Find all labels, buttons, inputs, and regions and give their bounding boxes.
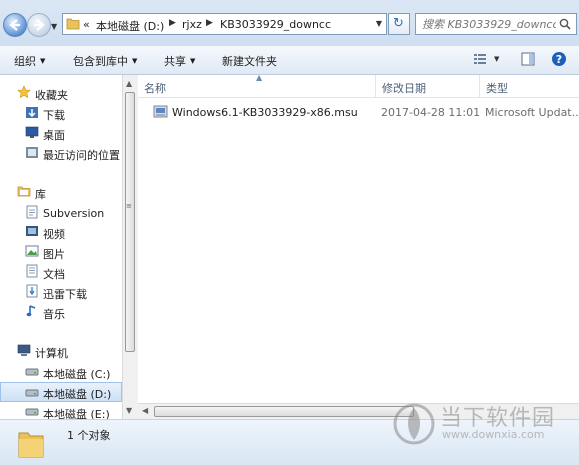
new-folder-button[interactable]: 新建文件夹 <box>222 53 277 69</box>
nav-pictures[interactable]: 图片 <box>0 243 122 261</box>
nav-drive-e[interactable]: 本地磁盘 (E:) <box>0 403 122 419</box>
svg-text:?: ? <box>556 53 562 66</box>
watermark-url: www.downxia.com <box>442 428 545 441</box>
download-folder-icon <box>26 107 38 118</box>
music-icon <box>26 305 36 317</box>
hard-drive-icon <box>25 368 39 376</box>
folder-icon <box>66 18 80 30</box>
back-button[interactable] <box>3 13 27 37</box>
nav-videos[interactable]: 视频 <box>0 223 122 241</box>
column-header: 名称 ▲ 修改日期 类型 <box>138 73 579 98</box>
msu-file-icon <box>153 105 168 118</box>
forward-button[interactable] <box>27 13 51 37</box>
picture-icon <box>25 245 39 257</box>
desktop-icon <box>25 126 39 138</box>
breadcrumb-rjxz[interactable]: rjxz <box>182 18 202 31</box>
nav-drive-d[interactable]: 本地磁盘 (D:) <box>0 382 122 402</box>
scroll-left-arrow[interactable]: ◀ <box>142 406 148 415</box>
scroll-up-arrow[interactable]: ▲ <box>126 79 132 88</box>
navigation-pane: 收藏夹 下载 桌面 最近访问的位置 库 Subversion 视频 图片 文档 … <box>0 75 122 419</box>
scroll-thumb[interactable] <box>125 92 135 352</box>
recent-places-icon <box>26 147 38 158</box>
nav-recent-places[interactable]: 最近访问的位置 <box>0 144 122 162</box>
nav-subversion[interactable]: Subversion <box>0 204 122 222</box>
nav-computer[interactable]: 计算机 <box>0 342 122 360</box>
chevron-down-icon: ▼ <box>190 57 196 65</box>
computer-icon <box>17 344 31 356</box>
nav-desktop[interactable]: 桌面 <box>0 124 122 142</box>
column-modified[interactable]: 修改日期 <box>375 75 479 97</box>
search-icon[interactable] <box>559 18 571 30</box>
watermark: 当下软件园 www.downxia.com <box>392 398 578 454</box>
search-box[interactable] <box>415 13 577 35</box>
scroll-thumb[interactable] <box>154 406 414 417</box>
address-row: ▼ « 本地磁盘 (D:) ▶ rjxz ▶ KB3033929_downcc … <box>0 0 579 46</box>
search-input[interactable] <box>420 17 558 32</box>
address-dropdown[interactable]: ▼ <box>376 19 382 28</box>
hard-drive-icon <box>25 389 39 397</box>
arrow-right-icon <box>34 19 45 31</box>
document-library-icon <box>26 205 38 219</box>
hard-drive-icon <box>25 408 39 416</box>
refresh-icon: ↻ <box>393 16 404 31</box>
scroll-down-arrow[interactable]: ▼ <box>126 406 132 415</box>
view-options-icon[interactable] <box>472 51 488 67</box>
column-name[interactable]: 名称 ▲ <box>138 73 374 97</box>
star-icon <box>17 85 31 99</box>
breadcrumb-drive-d[interactable]: 本地磁盘 (D:) <box>96 18 164 34</box>
file-list: 名称 ▲ 修改日期 类型 Windows6.1-KB3033929-x86.ms… <box>138 73 579 403</box>
view-dropdown[interactable]: ▼ <box>494 55 499 63</box>
document-icon <box>26 264 38 278</box>
command-bar: 组织 ▼ 包含到库中 ▼ 共享 ▼ 新建文件夹 ▼ ? <box>0 46 579 75</box>
refresh-button[interactable]: ↻ <box>388 13 410 35</box>
sort-ascending-icon: ▲ <box>256 73 263 82</box>
chevron-down-icon: ▼ <box>132 57 138 65</box>
file-name: Windows6.1-KB3033929-x86.msu <box>172 106 358 119</box>
nav-music[interactable]: 音乐 <box>0 303 122 321</box>
nav-documents[interactable]: 文档 <box>0 263 122 281</box>
breadcrumb-separator[interactable]: ▶ <box>206 18 213 28</box>
folder-icon <box>18 432 44 458</box>
include-in-library-button[interactable]: 包含到库中 ▼ <box>73 53 137 69</box>
thunder-download-icon <box>26 284 38 298</box>
nav-thunder-downloads[interactable]: 迅雷下载 <box>0 283 122 301</box>
help-icon[interactable]: ? <box>551 51 567 67</box>
breadcrumb-current-folder[interactable]: KB3033929_downcc <box>220 18 331 31</box>
video-icon <box>26 226 38 236</box>
nav-libraries[interactable]: 库 <box>0 183 122 201</box>
table-row[interactable]: Windows6.1-KB3033929-x86.msu 2017-04-28 … <box>138 103 579 121</box>
file-modified: 2017-04-28 11:01 <box>381 106 481 119</box>
preview-pane-icon[interactable] <box>520 51 536 67</box>
scroll-grip-icon: ≡ <box>126 202 132 210</box>
file-type: Microsoft Updat... <box>485 106 579 119</box>
library-icon <box>17 186 31 197</box>
organize-button[interactable]: 组织 ▼ <box>14 53 45 69</box>
item-count: 1 个对象 <box>67 429 111 442</box>
breadcrumb-overflow[interactable]: « <box>83 18 90 31</box>
address-box[interactable]: « 本地磁盘 (D:) ▶ rjxz ▶ KB3033929_downcc ▼ <box>62 13 387 35</box>
chevron-down-icon: ▼ <box>40 57 46 65</box>
column-type[interactable]: 类型 <box>479 75 579 97</box>
nav-downloads[interactable]: 下载 <box>0 104 122 122</box>
recent-pages-dropdown[interactable]: ▼ <box>51 22 57 31</box>
breadcrumb-separator[interactable]: ▶ <box>169 18 176 28</box>
share-button[interactable]: 共享 ▼ <box>164 53 195 69</box>
watermark-logo-icon <box>393 403 435 445</box>
nav-drive-c[interactable]: 本地磁盘 (C:) <box>0 363 122 381</box>
arrow-left-icon <box>9 19 20 31</box>
nav-favorites[interactable]: 收藏夹 <box>0 84 122 102</box>
navigation-scrollbar[interactable]: ▲ ≡ ▼ <box>122 75 138 419</box>
